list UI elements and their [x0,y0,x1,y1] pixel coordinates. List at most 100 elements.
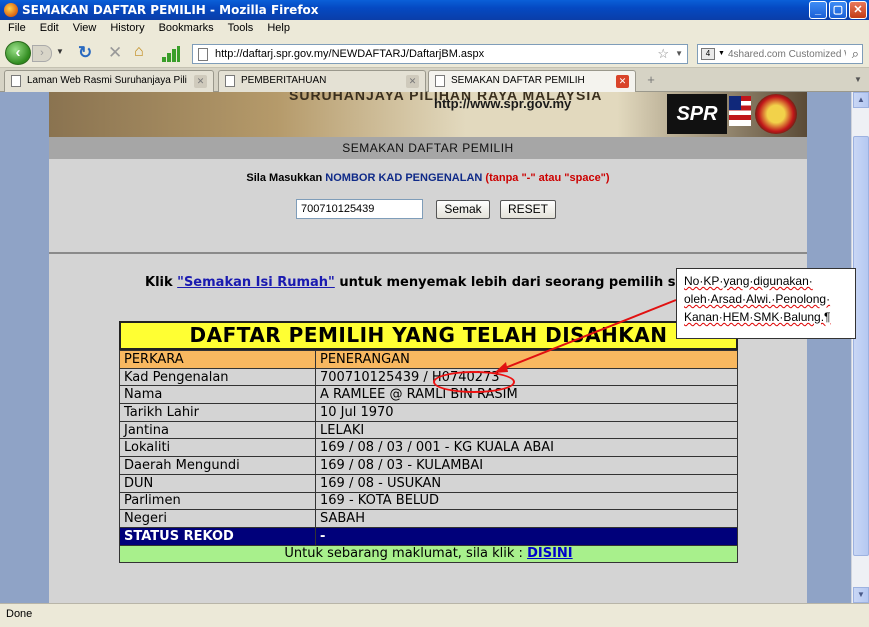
tab-laman-web[interactable]: Laman Web Rasmi Suruhanjaya Pilihan ... … [4,70,214,92]
status-value: - [315,526,738,546]
stop-icon[interactable]: ✕ [108,43,122,63]
table-row: Lokaliti 169 / 08 / 03 / 001 - KG KUALA A… [119,438,738,458]
tab-list-dropdown-icon[interactable]: ▼ [851,72,865,88]
window-controls: _ ▢ ✕ [809,1,867,19]
row-value: A RAMLEE @ RAMLI BIN RASIM [315,385,738,405]
footer-text: Untuk sebarang maklumat, sila klik : [284,545,528,561]
reload-icon[interactable]: ↻ [78,43,92,63]
site-banner: SURUHANJAYA PILIHAN RAYA MALAYSIA http:/… [49,92,807,137]
bookmark-star-icon[interactable]: ☆ [657,46,669,62]
history-dropdown-icon[interactable]: ▼ [56,47,64,56]
row-label: Daerah Mengundi [119,456,316,475]
voter-result-panel: DAFTAR PEMILIH YANG TELAH DISAHKAN PERKA… [119,321,738,563]
row-label: Negeri [119,509,316,528]
semakan-isi-rumah-link[interactable]: "Semakan Isi Rumah" [177,275,335,290]
row-label: DUN [119,473,316,493]
callout-line-1: No·KP·yang·digunakan· [684,274,813,288]
semak-button[interactable]: Semak [436,200,490,219]
tab-pemberitahuan[interactable]: PEMBERITAHUAN ✕ [218,70,426,92]
tab-label: Laman Web Rasmi Suruhanjaya Pilihan ... [27,75,187,86]
instruction-note: (tanpa "-" atau "space") [482,172,610,184]
menu-view[interactable]: View [73,22,97,38]
url-text[interactable]: http://daftarj.spr.gov.my/NEWDAFTARJ/Daf… [215,48,484,60]
engine-dropdown-icon[interactable]: ▼ [718,50,725,57]
row-label: Nama [119,385,316,405]
address-bar[interactable]: http://daftarj.spr.gov.my/NEWDAFTARJ/Daf… [192,44,688,64]
row-label: Kad Pengenalan [119,367,316,387]
row-value: 169 / 08 / 03 - KULAMBAI [315,456,738,475]
instruction-text: Sila Masukkan NOMBOR KAD PENGENALAN (tan… [49,172,807,184]
tab-close-icon[interactable]: ✕ [616,75,629,88]
page-icon [435,75,445,87]
menu-help[interactable]: Help [267,22,290,38]
row-value: 169 / 08 - USUKAN [315,473,738,493]
row-label: Tarikh Lahir [119,403,316,422]
table-row: Tarikh Lahir 10 Jul 1970 [119,403,738,422]
search-bar[interactable]: 4 ▼ ⌕ [697,44,863,64]
menu-file[interactable]: File [8,22,26,38]
firefox-icon [4,3,18,17]
window-titlebar[interactable]: SEMAKAN DAFTAR PEMILIH - Mozilla Firefox… [0,0,869,20]
menu-bar: File Edit View History Bookmarks Tools H… [0,20,869,38]
signal-bars-icon[interactable] [162,46,180,62]
header-perkara: PERKARA [119,350,316,369]
info-footer: Untuk sebarang maklumat, sila klik : DIS… [119,545,738,563]
row-value: SABAH [315,509,738,528]
header-penerangan: PENERANGAN [315,350,738,369]
page-icon [225,75,235,87]
page-icon [198,48,208,61]
maximize-button[interactable]: ▢ [829,1,847,19]
coat-of-arms-icon [755,94,797,134]
table-row: Daerah Mengundi 169 / 08 / 03 - KULAMBAI [119,456,738,475]
vertical-scrollbar[interactable]: ▲ ▼ [851,92,869,603]
forward-arrow-icon[interactable]: › [32,45,52,62]
menu-history[interactable]: History [110,22,144,38]
callout-line-3: Kanan·HEM·SMK·Balung.¶ [684,310,831,324]
close-button[interactable]: ✕ [849,1,867,19]
disini-link[interactable]: DISINI [527,546,573,561]
status-text: Done [6,608,33,620]
tab-close-icon[interactable]: ✕ [194,75,207,88]
page-viewport[interactable]: SURUHANJAYA PILIHAN RAYA MALAYSIA http:/… [0,92,851,603]
minimize-button[interactable]: _ [809,1,827,19]
row-value: 700710125439 / H0740273 [315,367,738,387]
table-row: Kad Pengenalan 700710125439 / H0740273 [119,367,738,387]
search-input[interactable] [728,47,846,61]
scroll-thumb[interactable] [853,136,869,556]
search-engine-icon[interactable]: 4 [701,48,715,60]
table-row: DUN 169 / 08 - USUKAN [119,473,738,493]
scroll-down-icon[interactable]: ▼ [853,587,869,603]
menu-edit[interactable]: Edit [40,22,59,38]
menu-tools[interactable]: Tools [228,22,254,38]
malaysia-flag-icon [729,96,751,126]
new-tab-icon[interactable]: + [640,72,662,90]
voter-details-table: PERKARA PENERANGAN Kad Pengenalan 7007101… [119,350,738,546]
klik-prefix: Klik [145,275,178,290]
search-icon[interactable]: ⌕ [852,46,859,62]
reset-button[interactable]: RESET [500,200,556,219]
scroll-up-icon[interactable]: ▲ [853,92,869,108]
row-value: 169 - KOTA BELUD [315,491,738,511]
highlight-ellipse [433,371,515,393]
row-value: 10 Jul 1970 [315,403,738,422]
ic-number-input[interactable] [296,199,423,219]
row-value: LELAKI [315,420,738,440]
page-icon [11,75,21,87]
tab-label: SEMAKAN DAFTAR PEMILIH [451,75,585,86]
back-arrow-icon[interactable]: ‹ [5,41,31,65]
instruction-field: NOMBOR KAD PENGENALAN [325,172,483,184]
row-label: Parlimen [119,491,316,511]
home-icon[interactable]: ⌂ [134,43,144,61]
tab-close-icon[interactable]: ✕ [406,75,419,88]
section-title: SEMAKAN DAFTAR PEMILIH [49,137,807,159]
result-title: DAFTAR PEMILIH YANG TELAH DISAHKAN [119,321,738,350]
navigation-toolbar: ‹ › ▼ ↻ ✕ ⌂ http://daftarj.spr.gov.my/NE… [0,38,869,68]
url-dropdown-icon[interactable]: ▼ [675,49,683,58]
tab-semakan-daftar[interactable]: SEMAKAN DAFTAR PEMILIH ✕ [428,70,636,93]
row-label: Lokaliti [119,438,316,458]
table-header-row: PERKARA PENERANGAN [119,350,738,369]
page-container: SURUHANJAYA PILIHAN RAYA MALAYSIA http:/… [49,92,807,603]
menu-bookmarks[interactable]: Bookmarks [159,22,214,38]
spr-logo: SPR [667,94,727,134]
banner-site-url: http://www.spr.gov.my [434,96,572,111]
